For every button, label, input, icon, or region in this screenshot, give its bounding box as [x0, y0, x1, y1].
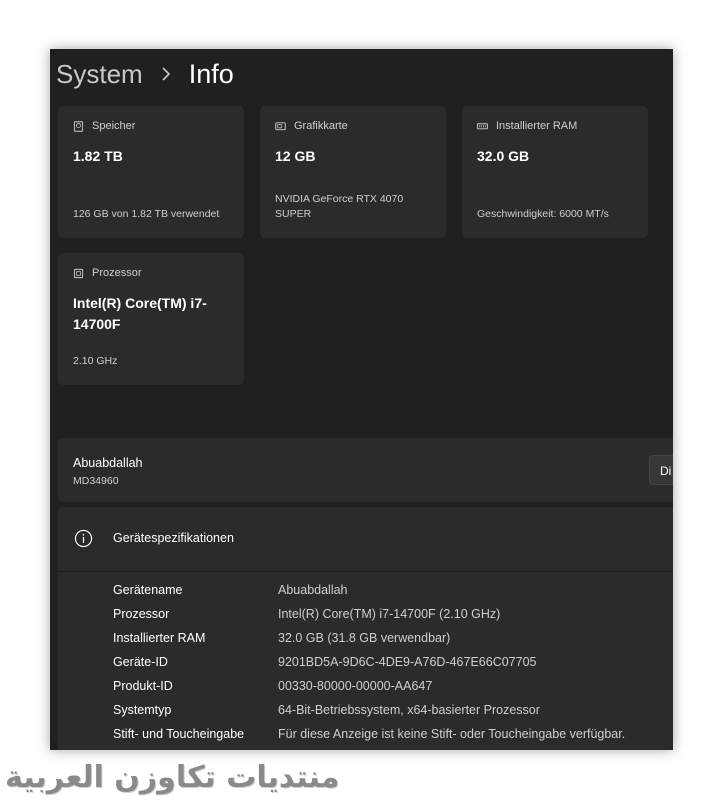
- settings-window: System Info Speicher 1.82 TB 126 GB von …: [50, 49, 673, 750]
- cpu-card[interactable]: Prozessor Intel(R) Core(TM) i7-14700F 2.…: [58, 253, 244, 385]
- spec-row-system-type: Systemtyp 64-Bit-Betriebssystem, x64-bas…: [113, 698, 540, 722]
- spec-row-device-name: Gerätename Abuabdallah: [113, 578, 348, 602]
- spec-label: Produkt-ID: [113, 679, 173, 693]
- ram-icon: [477, 122, 488, 129]
- chevron-right-icon: [162, 67, 170, 81]
- page-title: Info: [188, 58, 234, 89]
- gpu-icon: [275, 121, 286, 130]
- rename-pc-button[interactable]: Di: [649, 455, 673, 485]
- spec-row-device-id: Geräte-ID 9201BD5A-9D6C-4DE9-A76D-467E66…: [113, 650, 537, 674]
- storage-card-title: Speicher: [92, 120, 136, 132]
- spec-label: Prozessor: [113, 607, 170, 621]
- cpu-card-title: Prozessor: [92, 267, 142, 279]
- spec-value[interactable]: 9201BD5A-9D6C-4DE9-A76D-467E66C07705: [278, 655, 537, 669]
- gpu-card-sub: NVIDIA GeForce RTX 4070 SUPER: [275, 193, 404, 220]
- spec-row-pen-touch: Stift- und Toucheingabe Für diese Anzeig…: [113, 722, 625, 746]
- device-specifications-header[interactable]: Gerätespezifikationen: [58, 507, 673, 572]
- spec-label: Geräte-ID: [113, 655, 168, 669]
- spec-label: Gerätename: [113, 583, 183, 597]
- forum-watermark: منتديات تكاوزن العربية: [5, 760, 340, 795]
- spec-label: Systemtyp: [113, 703, 172, 717]
- breadcrumb: System Info: [56, 54, 234, 94]
- device-name-bar: Abuabdallah MD34960 Di: [58, 438, 673, 502]
- spec-value[interactable]: Abuabdallah: [278, 583, 348, 597]
- info-icon: [74, 529, 93, 548]
- ram-card[interactable]: Installierter RAM 32.0 GB Geschwindigkei…: [462, 106, 648, 238]
- breadcrumb-system-link[interactable]: System: [56, 59, 143, 90]
- spec-value[interactable]: 32.0 GB (31.8 GB verwendbar): [278, 631, 450, 645]
- gpu-card-value: 12 GB: [275, 148, 316, 164]
- ram-card-sub: Geschwindigkeit: 6000 MT/s: [477, 208, 609, 220]
- storage-card[interactable]: Speicher 1.82 TB 126 GB von 1.82 TB verw…: [58, 106, 244, 238]
- spec-value[interactable]: Intel(R) Core(TM) i7-14700F (2.10 GHz): [278, 607, 500, 621]
- cpu-card-sub: 2.10 GHz: [73, 355, 118, 367]
- device-specifications-title: Gerätespezifikationen: [113, 531, 234, 545]
- device-model: MD34960: [73, 475, 119, 487]
- storage-icon: [73, 120, 84, 132]
- cpu-card-value: Intel(R) Core(TM) i7-14700F: [73, 295, 207, 332]
- spec-label: Installierter RAM: [113, 631, 206, 645]
- spec-row-installed-ram: Installierter RAM 32.0 GB (31.8 GB verwe…: [113, 626, 450, 650]
- storage-card-value: 1.82 TB: [73, 148, 123, 164]
- ram-card-value: 32.0 GB: [477, 148, 530, 164]
- spec-value[interactable]: 00330-80000-00000-AA647: [278, 679, 432, 693]
- device-name: Abuabdallah: [73, 456, 143, 470]
- spec-label: Stift- und Toucheingabe: [113, 727, 245, 741]
- spec-row-product-id: Produkt-ID 00330-80000-00000-AA647: [113, 674, 432, 698]
- storage-card-sub: 126 GB von 1.82 TB verwendet: [73, 208, 220, 220]
- spec-value[interactable]: 64-Bit-Betriebssystem, x64-basierter Pro…: [278, 703, 540, 717]
- ram-card-title: Installierter RAM: [496, 120, 578, 132]
- gpu-card[interactable]: Grafikkarte 12 GB NVIDIA GeForce RTX 407…: [260, 106, 446, 238]
- gpu-card-title: Grafikkarte: [294, 120, 348, 132]
- spec-row-processor: Prozessor Intel(R) Core(TM) i7-14700F (2…: [113, 602, 500, 626]
- cpu-icon: [73, 268, 84, 278]
- spec-value[interactable]: Für diese Anzeige ist keine Stift- oder …: [278, 727, 625, 741]
- device-specifications-section: Gerätespezifikationen Gerätename Abuabda…: [58, 507, 673, 750]
